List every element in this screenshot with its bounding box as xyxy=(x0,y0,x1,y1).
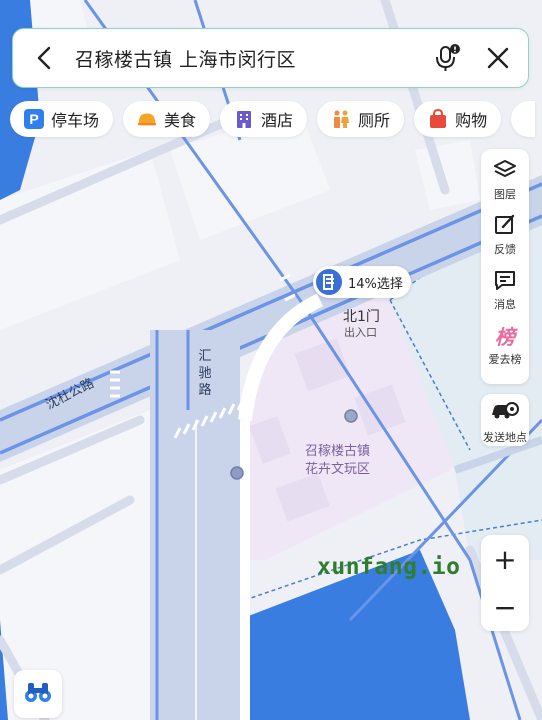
car-location-icon xyxy=(490,399,520,427)
edit-icon xyxy=(492,212,518,238)
send-location-button[interactable]: 发送地点 xyxy=(481,394,529,446)
category-chips: P 停车场 美食 酒店 厕所 购物 xyxy=(10,101,536,139)
svg-text:P: P xyxy=(29,111,38,127)
area-line-2: 花卉文玩区 xyxy=(305,462,371,477)
chip-label: 酒店 xyxy=(261,111,294,130)
chip-label: 美食 xyxy=(164,111,197,130)
chip-label: 厕所 xyxy=(358,111,391,130)
microphone-icon[interactable] xyxy=(430,41,464,75)
send-location-label: 发送地点 xyxy=(483,431,527,444)
chip-label: 购物 xyxy=(455,111,488,130)
food-icon xyxy=(137,109,157,129)
layers-label: 图层 xyxy=(494,188,516,201)
close-icon[interactable] xyxy=(484,44,512,72)
chip-hotel[interactable]: 酒店 xyxy=(220,101,308,137)
search-query-text[interactable]: 召稼楼古镇 上海市闵行区 xyxy=(75,45,430,72)
search-bar[interactable]: 召稼楼古镇 上海市闵行区 xyxy=(12,28,529,88)
gate-sub-label: 出入口 xyxy=(344,326,377,339)
ranking-label: 爱去榜 xyxy=(488,353,522,366)
binoculars-icon xyxy=(23,680,53,708)
message-icon xyxy=(492,267,518,293)
road-label-huichi: 汇驰路 xyxy=(198,349,212,398)
shopping-bag-icon xyxy=(428,109,448,129)
minus-icon: − xyxy=(493,590,517,624)
chip-parking[interactable]: P 停车场 xyxy=(10,101,114,137)
gate-popularity-badge[interactable]: 14%选择 xyxy=(313,266,411,298)
chip-label: 停车场 xyxy=(51,111,100,130)
explore-button[interactable] xyxy=(14,670,62,718)
chip-more[interactable] xyxy=(511,101,536,137)
back-arrow-icon[interactable] xyxy=(31,43,57,73)
layers-icon xyxy=(492,157,518,183)
zoom-in-button[interactable]: + xyxy=(481,535,529,583)
messages-button[interactable]: 消息 xyxy=(481,267,529,322)
gate-marker-icon xyxy=(316,269,342,295)
toilet-icon xyxy=(331,109,351,129)
chip-shopping[interactable]: 购物 xyxy=(414,101,502,137)
chip-food[interactable]: 美食 xyxy=(123,101,211,137)
feedback-button[interactable]: 反馈 xyxy=(481,212,529,267)
hotel-icon xyxy=(234,109,254,129)
chip-toilet[interactable]: 厕所 xyxy=(317,101,405,137)
zoom-out-button[interactable]: − xyxy=(481,583,529,631)
zoom-control: + − xyxy=(481,535,529,631)
parking-icon: P xyxy=(24,109,44,129)
area-line-1: 召稼楼古镇 xyxy=(305,444,371,459)
gate-name-label[interactable]: 北1门 xyxy=(343,306,380,326)
gate-badge-text: 14%选择 xyxy=(348,276,403,292)
plus-icon: + xyxy=(493,542,517,576)
messages-label: 消息 xyxy=(494,298,516,311)
layers-button[interactable]: 图层 xyxy=(481,157,529,212)
scenic-area-label[interactable]: 召稼楼古镇 花卉文玩区 xyxy=(305,443,370,479)
ranking-button[interactable]: 榜 爱去榜 xyxy=(481,322,529,377)
ranking-icon: 榜 xyxy=(495,324,515,349)
map-toolbar: 图层 反馈 消息 榜 爱去榜 xyxy=(481,149,529,384)
watermark: xunfang.io xyxy=(317,554,461,580)
feedback-label: 反馈 xyxy=(494,243,516,256)
